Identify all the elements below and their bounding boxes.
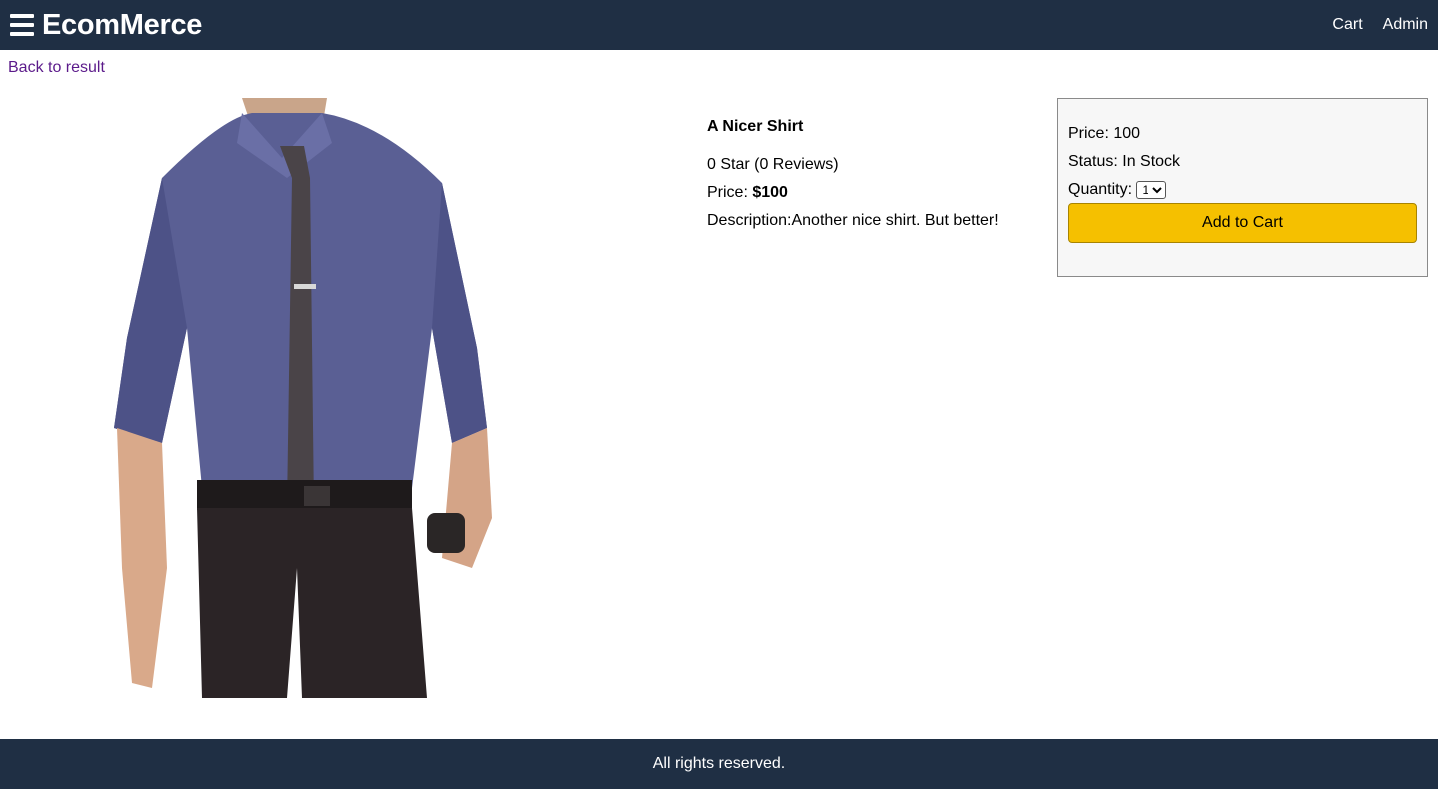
purchase-panel: Price: 100 Status: In Stock Quantity: 1 … — [1057, 98, 1428, 277]
product-details: A Nicer Shirt 0 Star (0 Reviews) Price: … — [707, 118, 1027, 240]
shirt-model-illustration — [114, 98, 492, 698]
hamburger-menu-icon[interactable] — [10, 14, 34, 36]
product-description: Description:Another nice shirt. But bett… — [707, 212, 999, 229]
product-image — [92, 98, 522, 698]
panel-status: Status: In Stock — [1068, 153, 1181, 170]
add-to-cart-button[interactable]: Add to Cart — [1068, 203, 1417, 243]
product-name: A Nicer Shirt — [707, 118, 804, 135]
header-nav: Cart Admin — [1312, 16, 1428, 34]
price-label: Price: — [707, 184, 753, 201]
quantity-label: Quantity: — [1068, 181, 1133, 199]
nav-cart-link[interactable]: Cart — [1332, 16, 1362, 34]
top-navbar: EcomMerce Cart Admin — [0, 0, 1438, 50]
brand-area: EcomMerce — [10, 9, 202, 42]
panel-price: Price: 100 — [1068, 125, 1141, 142]
brand-logo[interactable]: EcomMerce — [42, 9, 202, 42]
product-price: Price: $100 — [707, 184, 1027, 202]
back-to-result-link[interactable]: Back to result — [8, 59, 105, 77]
price-value: $100 — [752, 184, 788, 201]
quantity-select[interactable]: 1 — [1136, 181, 1167, 199]
product-rating: 0 Star (0 Reviews) — [707, 156, 839, 173]
footer-text: All rights reserved. — [652, 755, 786, 772]
nav-admin-link[interactable]: Admin — [1383, 16, 1428, 34]
page-footer: All rights reserved. — [0, 739, 1438, 789]
